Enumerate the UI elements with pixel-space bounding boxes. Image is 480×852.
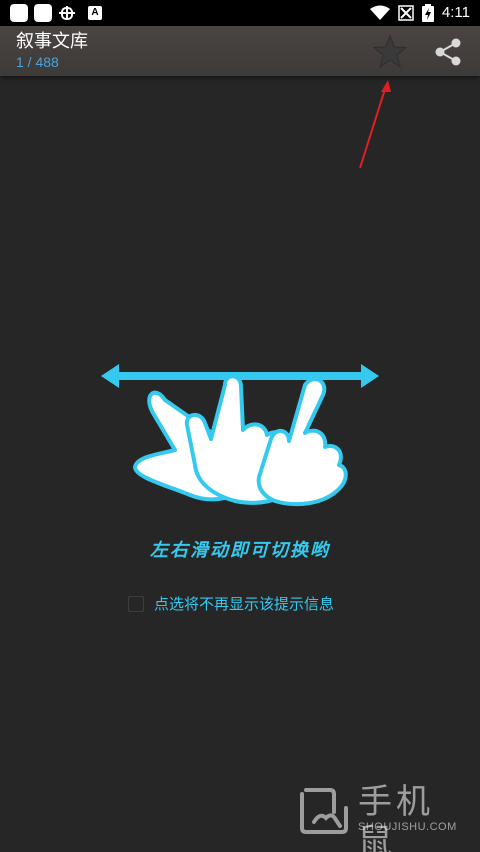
screen: A 4:11 叙事文库 1 / 488 左右滑动即可切换哟 点选将不再显示该提示… [0, 0, 480, 852]
page-counter: 1 / 488 [16, 54, 59, 70]
favorite-button[interactable] [370, 34, 410, 70]
app-square-icon [34, 4, 52, 22]
hand-icon [133, 374, 348, 507]
app-title: 叙事文库 [16, 31, 88, 52]
watermark-text: 手机鼠 [358, 782, 434, 852]
annotation-arrow [359, 80, 391, 169]
app-bar: 叙事文库 1 / 488 [0, 26, 480, 76]
notification-icons: A [10, 4, 102, 22]
battery-charging-icon [421, 4, 434, 22]
star-icon [372, 34, 408, 69]
swipe-hint-text: 左右滑动即可切换哟 [150, 540, 330, 561]
dont-show-label[interactable]: 点选将不再显示该提示信息 [154, 594, 334, 614]
mouse-logo-icon [300, 788, 348, 834]
status-bar: A 4:11 [0, 0, 480, 26]
status-time: 4:11 [441, 4, 470, 21]
system-icons: 4:11 [369, 3, 470, 23]
bug-icon [59, 6, 75, 20]
wifi-icon [369, 5, 390, 20]
a-icon: A [88, 6, 102, 20]
share-button[interactable] [428, 34, 468, 70]
share-icon [435, 38, 461, 66]
app-square-icon [10, 4, 28, 22]
dont-show-again-option[interactable]: 点选将不再显示该提示信息 [128, 594, 334, 614]
swipe-gesture-illustration [101, 364, 379, 507]
dont-show-checkbox[interactable] [128, 596, 144, 612]
no-sim-icon [398, 5, 414, 21]
watermark-url: SHOUJISHU.COM [358, 821, 457, 833]
watermark: 手机鼠 SHOUJISHU.COM [296, 780, 471, 852]
